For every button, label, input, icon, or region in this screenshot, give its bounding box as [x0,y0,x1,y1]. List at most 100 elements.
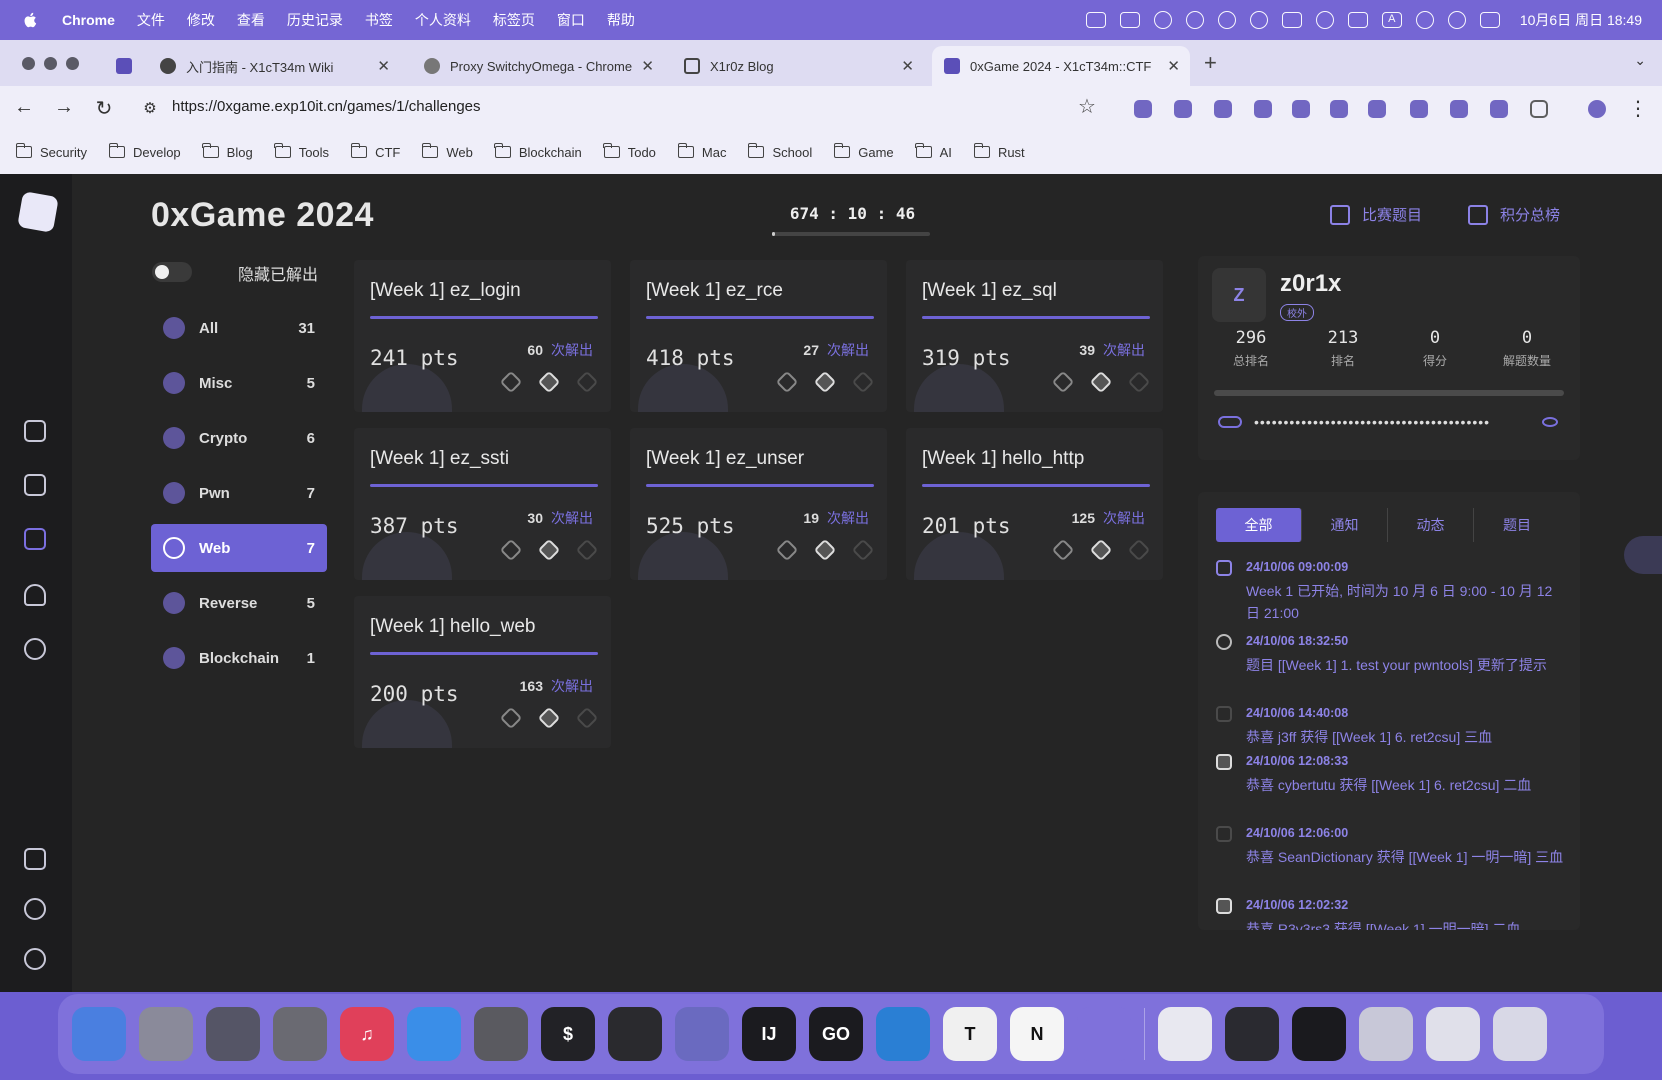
tab-wiki[interactable]: 入门指南 - X1cT34m Wiki ✕ [148,46,400,86]
tab-search-icon[interactable]: ⌄ [1634,52,1646,69]
team-icon[interactable] [24,584,46,606]
category-reverse[interactable]: Reverse 5 [151,579,327,627]
translate-float-button[interactable] [1624,536,1662,574]
extensions-puzzle-icon[interactable] [1530,100,1548,118]
window-minimize-button[interactable] [44,57,57,70]
speaker-icon[interactable] [1415,11,1434,29]
bookmark-folder[interactable]: Mac [677,143,726,160]
menu-edit[interactable]: 修改 [187,10,215,30]
at-sign-icon[interactable] [1217,11,1236,29]
bookmark-folder[interactable]: Blog [202,143,253,160]
bookmark-folder[interactable]: Develop [108,143,181,160]
challenge-card[interactable]: [Week 1] hello_web 200 pts 163 次解出 [354,596,611,748]
bookmark-folder[interactable]: Tools [274,143,329,160]
control-center-icon[interactable] [1479,12,1500,28]
vscode-icon[interactable] [876,1007,930,1061]
activity-monitor-icon[interactable] [1225,1007,1279,1061]
challenge-card[interactable]: [Week 1] ez_login 241 pts 60 次解出 [354,260,611,412]
terminal-icon[interactable]: $ [541,1007,595,1061]
hide-solved-toggle[interactable] [152,262,192,282]
site-info-icon[interactable]: ⚙ [138,99,162,117]
screenshot-icon[interactable] [1426,1007,1480,1061]
home-icon[interactable] [24,420,46,442]
bookmark-folder[interactable]: Blockchain [494,143,582,160]
qq-icon[interactable] [1158,1007,1212,1061]
new-tab-icon[interactable]: + [1204,50,1217,76]
eye-icon[interactable] [1542,417,1558,427]
tab-challenges[interactable]: 题目 [1474,508,1560,542]
menu-profiles[interactable]: 个人资料 [415,10,471,30]
extension-circle-icon[interactable] [1254,100,1272,118]
menu-window[interactable]: 窗口 [557,10,585,30]
menu-view[interactable]: 查看 [237,10,265,30]
extension-wave-icon[interactable] [1490,100,1508,118]
apple-icon[interactable] [22,11,40,29]
tab-all[interactable]: 全部 [1216,508,1302,542]
address-bar[interactable]: https://0xgame.exp10it.cn/games/1/challe… [172,98,481,115]
challenge-card[interactable]: [Week 1] ez_unser 525 pts 19 次解出 [630,428,887,580]
monitor-icon[interactable] [1347,12,1368,28]
input-method-icon[interactable]: A [1381,12,1402,28]
moon-icon[interactable] [1185,11,1204,29]
menu-app-name[interactable]: Chrome [62,12,115,28]
typora-icon[interactable]: T [943,1007,997,1061]
challenges-button[interactable]: 比赛题目 [1330,204,1422,225]
bookmark-folder[interactable]: AI [915,143,952,160]
scoreboard-button[interactable]: 积分总榜 [1468,204,1560,225]
menu-tab[interactable]: 标签页 [493,10,535,30]
system-settings-icon[interactable] [273,1007,327,1061]
bookmark-folder[interactable]: Todo [603,143,656,160]
category-pwn[interactable]: Pwn 7 [151,469,327,517]
challenge-card[interactable]: [Week 1] ez_rce 418 pts 27 次解出 [630,260,887,412]
bookmark-folder[interactable]: Security [15,143,87,160]
menu-help[interactable]: 帮助 [607,10,635,30]
tab-activity[interactable]: 动态 [1388,508,1474,542]
chrome-icon[interactable] [474,1007,528,1061]
menu-bookmarks[interactable]: 书签 [365,10,393,30]
reload-icon[interactable]: ↻ [92,96,116,121]
fork-icon[interactable] [1281,12,1302,28]
chatgpt-icon[interactable] [608,1007,662,1061]
wifi-icon[interactable] [1447,11,1466,29]
tab-close-icon[interactable]: ✕ [901,57,914,75]
trash-icon[interactable] [1493,1007,1547,1061]
spark-icon[interactable] [1077,1007,1131,1061]
launchpad-icon[interactable] [139,1007,193,1061]
menubar-clock[interactable]: 10月6日 周日 18:49 [1520,10,1642,30]
tab-close-icon[interactable]: ✕ [1167,57,1180,75]
info-icon[interactable] [24,638,46,660]
challenge-card[interactable]: [Week 1] ez_sql 319 pts 39 次解出 [906,260,1163,412]
account-icon[interactable] [24,948,46,970]
preview-icon[interactable] [675,1007,729,1061]
notes-icon[interactable] [24,474,46,496]
back-icon[interactable]: ← [12,96,36,119]
profile-avatar-icon[interactable] [1588,100,1606,118]
extension-at-icon[interactable] [1174,100,1192,118]
tab-close-icon[interactable]: ✕ [377,57,390,75]
bookmark-folder[interactable]: School [748,143,812,160]
language-icon[interactable] [24,848,46,870]
extension-shield-icon[interactable] [1134,100,1152,118]
record-icon[interactable] [1153,11,1172,29]
category-crypto[interactable]: Crypto 6 [151,414,327,462]
category-misc[interactable]: Misc 5 [151,359,327,407]
cat-icon[interactable] [1249,11,1268,29]
tab-switchyomega[interactable]: Proxy SwitchyOmega - Chrome ✕ [412,46,664,86]
extension-cube-icon[interactable] [1214,100,1232,118]
site-logo-icon[interactable] [17,191,59,233]
tab-pinned[interactable] [104,46,148,86]
bookmark-folder[interactable]: Rust [973,143,1025,160]
extension-vimium-icon[interactable] [1330,100,1348,118]
category-blockchain[interactable]: Blockchain 1 [151,634,327,682]
extension-book-icon[interactable] [1450,100,1468,118]
iphone-mirroring-icon[interactable] [206,1007,260,1061]
finder-icon[interactable] [72,1007,126,1061]
sync-icon[interactable] [1315,11,1334,29]
window-zoom-button[interactable] [66,57,79,70]
window-close-button[interactable] [22,57,35,70]
challenge-card[interactable]: [Week 1] hello_http 201 pts 125 次解出 [906,428,1163,580]
extension-tag-icon[interactable] [1292,100,1310,118]
menu-history[interactable]: 历史记录 [287,10,343,30]
tab-blog[interactable]: X1r0z Blog ✕ [672,46,924,86]
archive-icon[interactable] [1359,1007,1413,1061]
